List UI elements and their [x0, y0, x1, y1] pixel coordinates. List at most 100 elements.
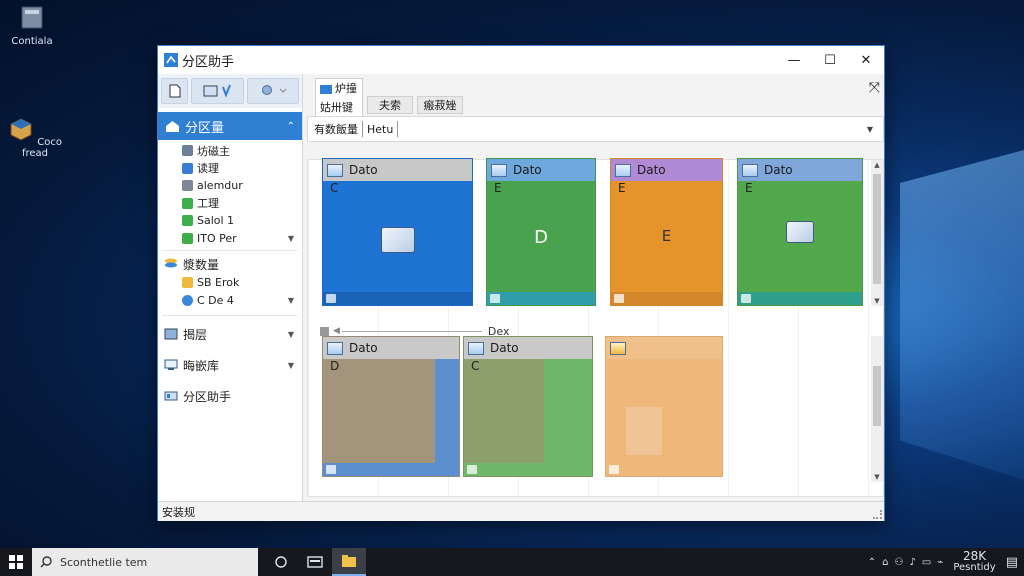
sidebar-item-label: ITO Per: [197, 231, 237, 245]
chevron-down-icon[interactable]: ▼: [288, 296, 294, 305]
address-bar[interactable]: 有数飯量 Hetu ▼: [307, 116, 884, 142]
sidebar-section-label: 漿数量: [183, 257, 220, 272]
title-bar[interactable]: 分区助手 — ☐ ✕: [158, 46, 884, 74]
folder-icon: [320, 84, 332, 94]
chevron-up-icon[interactable]: ⌃: [287, 121, 295, 132]
status-icon: [741, 294, 751, 303]
card-title: Dato: [349, 341, 378, 355]
tab-search[interactable]: 夫索: [367, 96, 413, 114]
scroll-down-arrow[interactable]: ▼: [871, 473, 883, 481]
sidebar-divider: [162, 315, 298, 316]
tab-tools[interactable]: 瘢菽矬: [417, 96, 463, 114]
card-center-label: E: [661, 227, 672, 245]
resize-grip-icon[interactable]: [873, 510, 882, 519]
folder-icon: [182, 277, 193, 289]
disk-icon: [327, 341, 343, 355]
network-icon[interactable]: ⌂: [882, 557, 888, 568]
maximize-button[interactable]: ☐: [812, 46, 848, 74]
task-view-icon: [275, 556, 287, 568]
card-drive-letter: E: [494, 181, 502, 195]
chevron-up-icon[interactable]: ⌃: [868, 557, 876, 568]
ime-icon[interactable]: ⌁: [937, 557, 943, 568]
sidebar-item[interactable]: C De 4 ▼: [158, 292, 302, 310]
sidebar-section-library[interactable]: 晦嵌库 ▼: [158, 349, 302, 381]
scroll-thumb[interactable]: [873, 366, 881, 426]
card-header: [606, 337, 722, 359]
new-button[interactable]: [161, 78, 189, 104]
taskbar-search[interactable]: Sconthetlie tem: [32, 548, 258, 576]
chevron-down-icon[interactable]: ▼: [288, 234, 294, 243]
sidebar-item-label: C De 4: [197, 293, 234, 307]
card-title: Dato: [637, 163, 666, 177]
partition-card[interactable]: Dato C: [463, 336, 593, 477]
chevron-down-icon[interactable]: ▼: [288, 361, 294, 370]
search-tool-button[interactable]: [247, 78, 299, 104]
partition-card[interactable]: Dato E: [737, 158, 863, 306]
search-icon: [40, 556, 52, 568]
windows-logo-glow: [900, 150, 1024, 480]
layers-icon: [164, 328, 178, 340]
system-tray: ⌃ ⌂ ⚇ ♪ ▭ ⌁ 28K Pesntidy ▤: [868, 549, 1024, 573]
tab-active[interactable]: 炉撞 姑卅键: [315, 78, 363, 116]
item-icon: [182, 162, 193, 174]
window-icon: [203, 84, 231, 98]
view-button[interactable]: [191, 78, 245, 104]
sidebar-section-layers[interactable]: 揭层 ▼: [158, 319, 302, 349]
volume-icon[interactable]: ♪: [909, 557, 915, 568]
partition-card[interactable]: [605, 336, 723, 477]
status-icon: [614, 294, 624, 303]
card-title: Dato: [513, 163, 542, 177]
partition-card[interactable]: Dato E D: [486, 158, 596, 306]
taskbar-app-folder[interactable]: [332, 548, 366, 576]
sidebar-sub-list: 坊磁主 读理 alemdur 工理 Salol 1 ITO Per ▼: [158, 142, 302, 247]
status-text: 安装规: [162, 505, 195, 519]
sidebar-item[interactable]: 读理: [158, 160, 302, 178]
sidebar-item[interactable]: Salol 1: [158, 212, 302, 230]
sidebar-item[interactable]: ITO Per ▼: [158, 230, 302, 248]
minimize-button[interactable]: —: [776, 46, 812, 74]
clock[interactable]: 28K Pesntidy: [953, 549, 995, 573]
sidebar-item[interactable]: SB Erok: [158, 274, 302, 292]
item-icon: [182, 197, 193, 209]
battery-icon[interactable]: ▭: [922, 557, 931, 568]
desktop-icon-coco-fread[interactable]: Coco fread: [3, 116, 67, 159]
chevron-down-icon[interactable]: ▼: [867, 125, 873, 134]
arrow-left-icon: ◀: [333, 326, 340, 336]
sidebar-item[interactable]: 工理: [158, 195, 302, 213]
close-button[interactable]: ✕: [848, 46, 884, 74]
disk-icon: [491, 163, 507, 177]
drive-icon: [164, 391, 178, 401]
partition-card[interactable]: Dato E E: [610, 158, 723, 306]
sidebar-item-label: alemdur: [197, 179, 243, 193]
sidebar: 分区量 ⌃ 坊磁主 读理 alemdur 工理 Salol 1 ITO Per ▼…: [158, 74, 303, 501]
partition-card[interactable]: Dato D: [322, 336, 460, 477]
card-header: Dato: [738, 159, 862, 181]
chevron-down-icon[interactable]: ▼: [288, 330, 294, 339]
sidebar-item[interactable]: alemdur: [158, 177, 302, 195]
sidebar-item[interactable]: 坊磁主: [158, 142, 302, 160]
desktop-icon-contiala[interactable]: Contiala: [0, 4, 64, 47]
card-center-label: D: [534, 227, 548, 248]
clock-time: 28K: [962, 549, 987, 563]
scroll-thumb[interactable]: [873, 174, 881, 284]
sidebar-section-volumes[interactable]: 漿数量: [158, 254, 302, 274]
notification-icon[interactable]: ▤: [1006, 555, 1018, 570]
task-view-button[interactable]: [264, 548, 298, 576]
scroll-down-arrow[interactable]: ▼: [871, 297, 883, 305]
partition-card[interactable]: Dato C: [322, 158, 473, 306]
top-scrollbar[interactable]: ▲ ▼: [871, 160, 883, 306]
search-placeholder: Sconthetlie tem: [60, 555, 148, 569]
sidebar-section-assistant[interactable]: 分区助手: [158, 381, 302, 411]
people-icon[interactable]: ⚇: [895, 557, 904, 568]
sidebar-section-partition[interactable]: 分区量 ⌃: [158, 112, 302, 140]
scroll-up-arrow[interactable]: ▲: [871, 161, 883, 169]
start-button[interactable]: [0, 548, 32, 576]
taskbar-app-explorer[interactable]: [298, 548, 332, 576]
address-label: 有数飯量: [314, 123, 358, 136]
app-logo-icon: [164, 53, 178, 67]
disk-stack-icon: [165, 258, 177, 268]
pin-icon[interactable]: ⤧: [869, 80, 880, 96]
bottom-scrollbar[interactable]: ▼: [871, 336, 883, 482]
card-header: Dato: [323, 159, 472, 181]
main-panel: 炉撞 姑卅键 夫索 瘢菽矬 ⤧ 有数飯量 Hetu ▼ Dato C Dato …: [307, 76, 884, 501]
